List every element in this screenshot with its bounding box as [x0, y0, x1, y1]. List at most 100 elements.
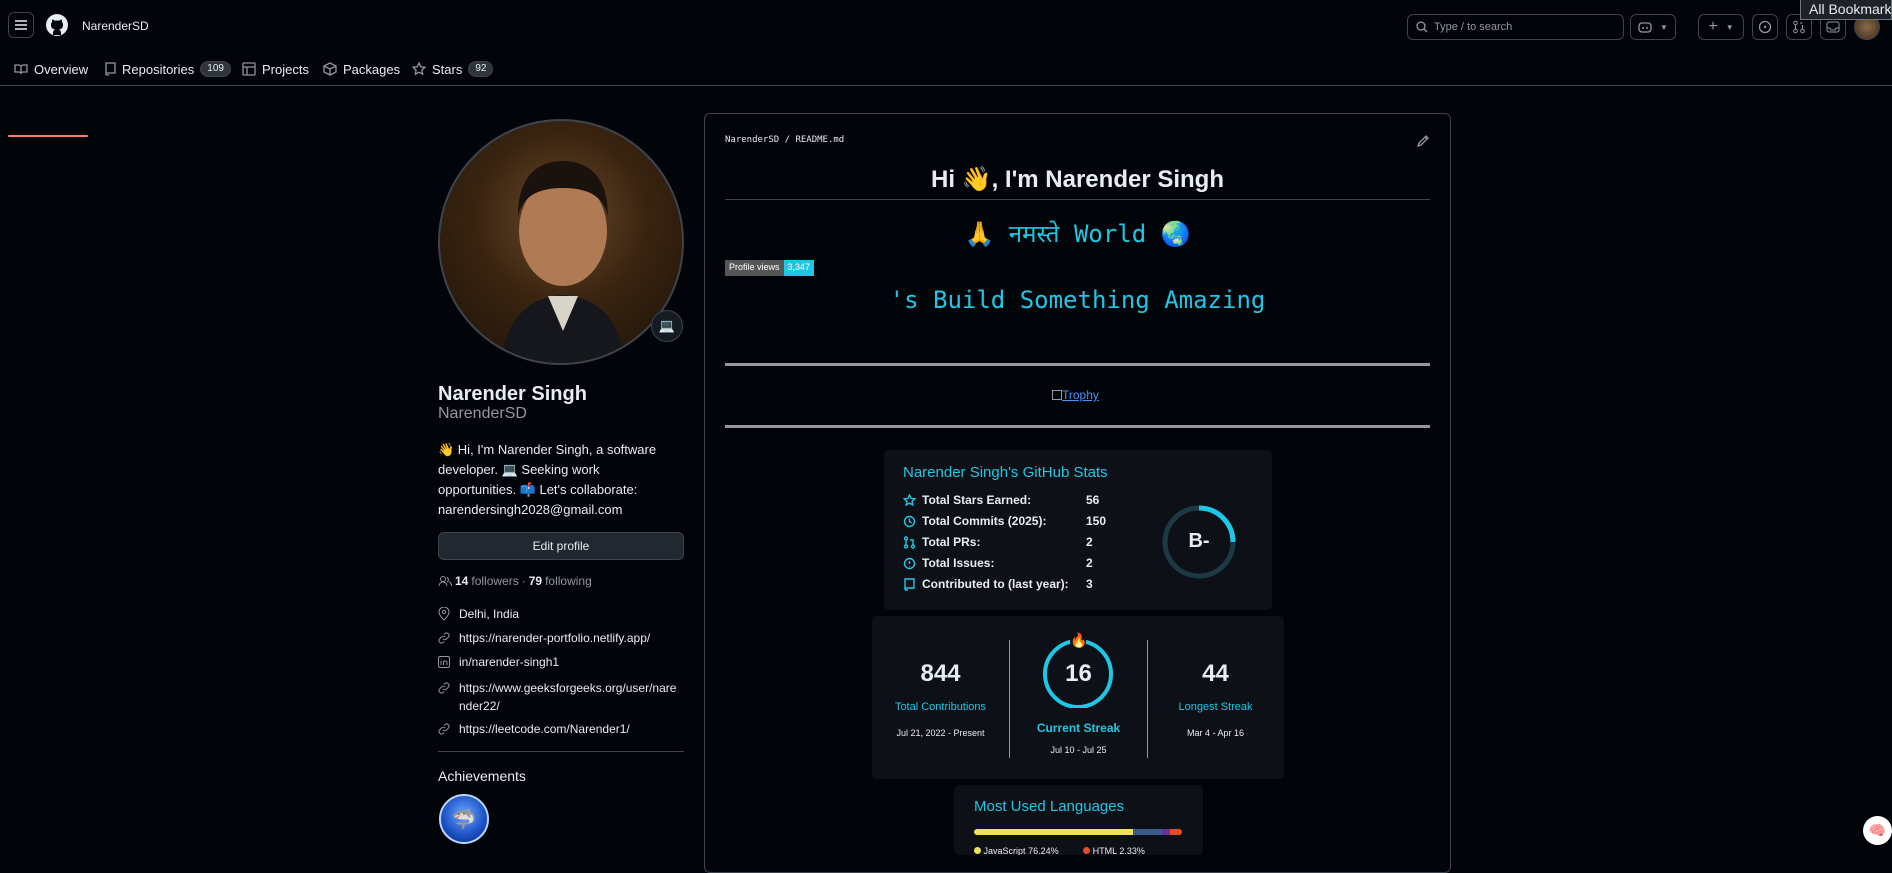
total-contributions-label: Total Contributions: [894, 701, 987, 713]
readme-path[interactable]: NarenderSD / README.md: [725, 135, 844, 145]
edit-profile-button[interactable]: Edit profile: [438, 532, 684, 560]
stat-label: Total Issues:: [922, 556, 995, 570]
followers-link[interactable]: followers: [471, 574, 518, 588]
star-icon: [903, 493, 916, 506]
stat-value: 2: [1086, 556, 1093, 570]
website-item: https://narender-portfolio.netlify.app/: [438, 631, 650, 645]
status-emoji-icon: 💻: [658, 318, 676, 333]
location-item: Delhi, India: [438, 607, 519, 621]
link-icon: [438, 632, 450, 644]
copilot-button[interactable]: ▼: [1630, 14, 1676, 40]
trophy-image[interactable]: Trophy: [1052, 388, 1099, 402]
stat-label: Total PRs:: [922, 535, 981, 549]
tab-label: Repositories: [122, 61, 195, 77]
tab-label: Stars: [432, 61, 463, 77]
achievement-badge[interactable]: 🦈: [439, 794, 489, 844]
github-logo-icon[interactable]: [45, 13, 69, 37]
stat-value: 56: [1086, 493, 1100, 507]
copilot-icon: [1638, 22, 1652, 33]
tab-overview[interactable]: Overview: [14, 52, 88, 86]
following-link[interactable]: following: [545, 574, 592, 588]
location-text: Delhi, India: [459, 607, 520, 621]
tab-projects[interactable]: Projects: [242, 52, 309, 86]
stars-count-badge: 92: [468, 61, 494, 77]
table-icon: [242, 62, 256, 76]
gfg-link[interactable]: https://www.geeksforgeeks.org/user/naren…: [459, 679, 678, 715]
streak-divider: [1147, 640, 1148, 758]
lang-segment-html: [1170, 829, 1182, 835]
tab-label: Overview: [34, 61, 89, 77]
lang-dot: [974, 847, 981, 854]
repo-icon: [904, 577, 915, 591]
title-rule: [725, 199, 1430, 200]
stats-title: Narender Singh's GitHub Stats: [903, 464, 1108, 481]
longest-streak-range: Mar 4 - Apr 16: [1186, 728, 1245, 738]
brain-icon: 🧠: [1868, 822, 1887, 838]
current-streak: 16: [1065, 660, 1092, 687]
pr-icon: [1793, 20, 1805, 34]
tab-repositories[interactable]: Repositories 109: [104, 52, 231, 86]
followers-count[interactable]: 14: [455, 574, 468, 588]
total-contributions: 844: [920, 660, 961, 687]
issue-icon: [1758, 20, 1772, 34]
profile-name: Narender Singh: [438, 383, 587, 405]
top-bar: NarenderSD Type / to search ▼ + ▼ All Bo…: [0, 0, 1892, 52]
all-bookmarks-button[interactable]: All Bookmarks: [1800, 0, 1892, 20]
edit-pencil-icon[interactable]: [1416, 134, 1430, 148]
gfg-item: https://www.geeksforgeeks.org/user/naren…: [438, 679, 678, 715]
menu-button[interactable]: [8, 12, 34, 38]
search-input[interactable]: Type / to search: [1407, 14, 1624, 40]
history-icon: [903, 515, 916, 527]
profile-avatar[interactable]: [438, 119, 684, 365]
leetcode-item: https://leetcode.com/Narender1/: [438, 722, 630, 736]
issues-button[interactable]: [1752, 14, 1778, 40]
lang-segment-other: [1161, 829, 1170, 835]
following-count[interactable]: 79: [529, 574, 542, 588]
link-icon: [438, 723, 450, 735]
typing-text: 's Build Something Amazing: [889, 286, 1266, 314]
stat-value: 3: [1086, 577, 1093, 591]
hamburger-icon: [15, 20, 27, 30]
username-breadcrumb[interactable]: NarenderSD: [82, 19, 149, 33]
profile-tabs: Overview Repositories 109 Projects Packa…: [0, 52, 1892, 137]
tab-stars[interactable]: Stars 92: [412, 52, 494, 86]
namaste-line: 🙏 नमस्ते World 🌏: [964, 220, 1191, 248]
avatar-portrait: [500, 161, 626, 363]
tab-label: Projects: [262, 61, 309, 77]
trophy-alt-text: Trophy: [1062, 388, 1099, 402]
lang-value: 76.24%: [1028, 846, 1059, 855]
edit-profile-label: Edit profile: [532, 539, 590, 553]
tab-packages[interactable]: Packages: [323, 52, 400, 86]
leetcode-link[interactable]: https://leetcode.com/Narender1/: [459, 722, 630, 736]
achievements-heading[interactable]: Achievements: [438, 768, 526, 784]
stat-value: 150: [1086, 514, 1107, 528]
plus-icon: +: [1708, 18, 1718, 35]
floating-assistant-button[interactable]: 🧠: [1863, 816, 1892, 845]
lang-name: JavaScript: [983, 846, 1026, 855]
languages-bar: [974, 829, 1182, 835]
inbox-icon: [1826, 21, 1840, 33]
package-icon: [323, 62, 337, 76]
languages-title: Most Used Languages: [974, 798, 1125, 815]
sidebar-divider: [438, 751, 684, 752]
shark-icon: 🦈: [451, 808, 477, 831]
book-icon: [14, 64, 28, 75]
total-contributions-range: Jul 21, 2022 - Present: [896, 728, 985, 738]
stat-row: Contributed to (last year):: [903, 577, 1069, 591]
stat-row: Total PRs:: [903, 535, 980, 549]
star-icon: [412, 62, 426, 76]
streak-divider: [1009, 640, 1010, 758]
tab-label: Packages: [343, 61, 401, 77]
lang-value: 2.33%: [1119, 846, 1145, 855]
website-link[interactable]: https://narender-portfolio.netlify.app/: [459, 631, 650, 645]
profile-views-badge[interactable]: Profile views 3,347: [725, 260, 815, 276]
create-new-button[interactable]: + ▼: [1698, 14, 1744, 40]
languages-card[interactable]: [954, 785, 1203, 855]
linkedin-link[interactable]: in/narender-singh1: [459, 655, 559, 669]
stat-row: Total Commits (2025):: [903, 514, 1046, 528]
views-label: Profile views: [725, 260, 784, 276]
issue-icon: [903, 557, 916, 569]
status-button[interactable]: 💻: [651, 310, 683, 342]
people-icon: [438, 576, 452, 587]
lang-segment-other: [1132, 829, 1162, 835]
